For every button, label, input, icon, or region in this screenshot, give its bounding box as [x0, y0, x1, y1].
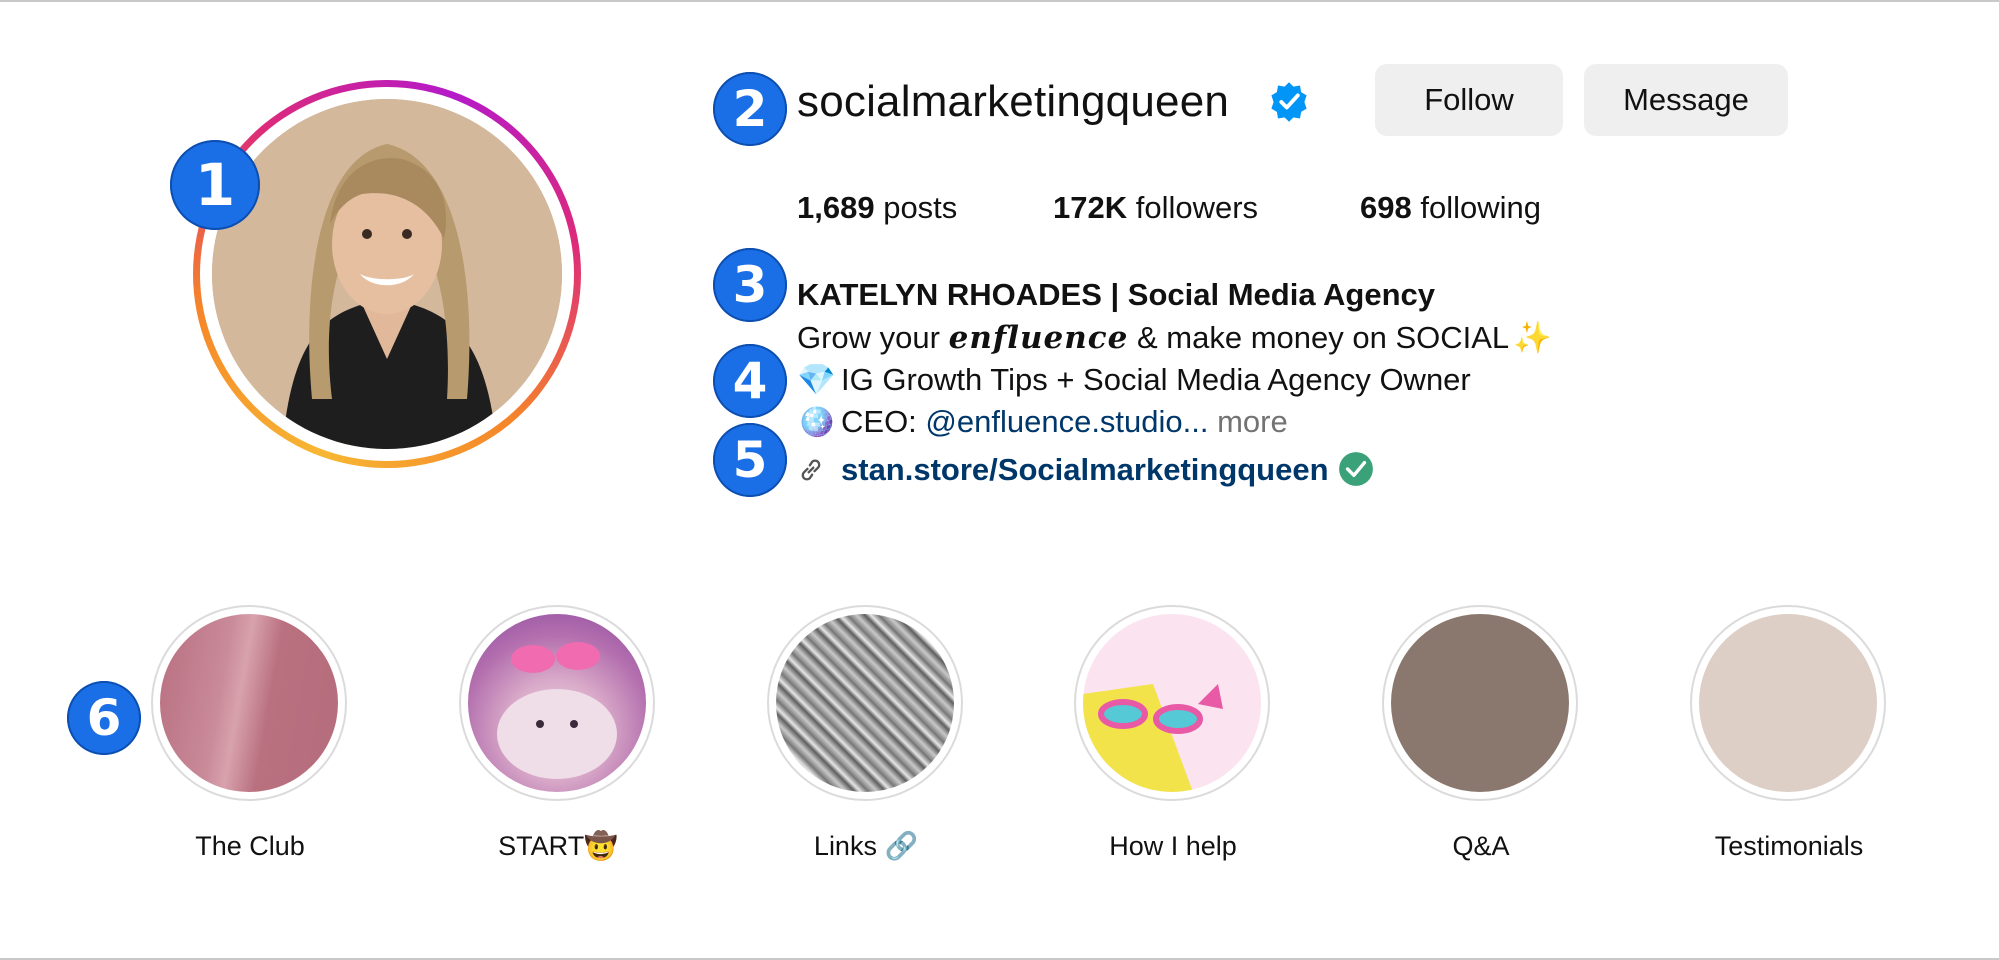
- message-button[interactable]: Message: [1584, 64, 1788, 136]
- following-count: 698: [1360, 190, 1412, 225]
- bio-mention-link[interactable]: @enfluence.studio...: [925, 404, 1208, 439]
- bio-line-1: Grow your enfluence & make money on SOCI…: [797, 317, 1552, 359]
- highlight-label: Q&A: [1452, 831, 1510, 861]
- bio-line-2: 💎 IG Growth Tips + Social Media Agency Ow…: [797, 359, 1471, 401]
- callout-4: 4: [713, 344, 787, 418]
- avatar-photo: [212, 99, 562, 449]
- posts-count: 1,689: [797, 190, 875, 225]
- followers-label: followers: [1135, 190, 1259, 225]
- followers-count: 172K: [1053, 190, 1128, 225]
- highlight-label: How I help: [1109, 831, 1237, 861]
- profile-website-link[interactable]: stan.store/Socialmarketingqueen: [797, 448, 1375, 492]
- bio-line-2-text: IG Growth Tips + Social Media Agency Own…: [841, 362, 1471, 397]
- callout-3: 3: [713, 248, 787, 322]
- highlight-label: Links 🔗: [813, 831, 919, 861]
- highlight-cover: [1083, 614, 1261, 792]
- avatar-portrait: [212, 99, 562, 449]
- link-chain-icon: [801, 459, 821, 481]
- highlight-the-club[interactable]: [151, 605, 347, 801]
- posts-label: posts: [883, 190, 958, 225]
- hamster-icon: [497, 642, 617, 779]
- callout-6: 6: [67, 681, 141, 755]
- highlight-q-and-a[interactable]: [1382, 605, 1578, 801]
- disco-ball-icon: 🪩: [797, 404, 836, 439]
- verified-badge-icon: [1271, 82, 1307, 122]
- highlight-how-i-help[interactable]: [1074, 605, 1270, 801]
- gem-icon: 💎: [797, 362, 836, 397]
- stat-followers[interactable]: 172K followers: [1053, 186, 1258, 230]
- website-url[interactable]: stan.store/Socialmarketingqueen: [841, 452, 1329, 487]
- following-label: following: [1420, 190, 1541, 225]
- highlight-label: The Club: [195, 831, 305, 861]
- stat-posts[interactable]: 1,689 posts: [797, 186, 957, 230]
- profile-username: socialmarketingqueen: [797, 77, 1230, 126]
- highlight-links[interactable]: [767, 605, 963, 801]
- top-border: [0, 0, 1999, 2]
- highlight-cover: [160, 614, 338, 792]
- bio-ceo-prefix: CEO:: [841, 404, 926, 439]
- check-circle-icon: [1338, 452, 1373, 486]
- profile-avatar[interactable]: [193, 80, 581, 468]
- highlight-label: Testimonials: [1714, 831, 1864, 861]
- profile-display-name: KATELYN RHOADES | Social Media Agency: [797, 277, 1435, 312]
- callout-2: 2: [713, 72, 787, 146]
- highlight-start[interactable]: [459, 605, 655, 801]
- bio-line-1-b: & make money on SOCIAL: [1128, 320, 1510, 355]
- highlight-cover: [468, 614, 646, 792]
- follow-button[interactable]: Follow: [1375, 64, 1563, 136]
- callout-1: 1: [170, 140, 260, 230]
- highlight-testimonials[interactable]: [1690, 605, 1886, 801]
- bio-fancy-word: enfluence: [948, 320, 1129, 356]
- highlight-cover: [1699, 614, 1877, 792]
- sponge-character-icon: [1083, 684, 1223, 792]
- stat-following[interactable]: 698 following: [1360, 186, 1541, 230]
- sparkles-icon: ✨: [1513, 320, 1552, 355]
- highlight-cover: [776, 614, 954, 792]
- highlight-label: START🤠: [498, 831, 618, 861]
- bio-line-3: 🪩 CEO: @enfluence.studio... more: [797, 401, 1288, 443]
- bio-more-link[interactable]: more: [1209, 404, 1288, 439]
- callout-5: 5: [713, 423, 787, 497]
- bio-line-1-a: Grow your: [797, 320, 949, 355]
- highlight-cover: [1391, 614, 1569, 792]
